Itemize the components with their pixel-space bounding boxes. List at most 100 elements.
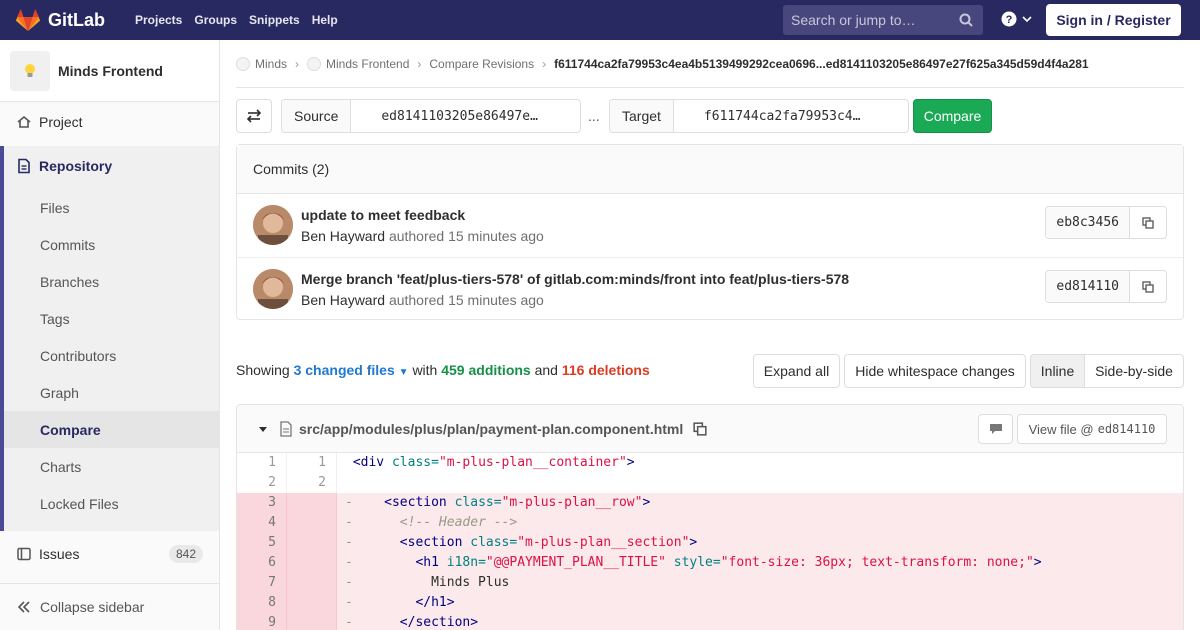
diff-code: - </h1> <box>337 593 1183 613</box>
copy-icon[interactable] <box>693 421 707 436</box>
sidebar-item-issues[interactable]: Issues 842 <box>0 535 219 572</box>
deletions-count: 116 deletions <box>561 362 650 378</box>
sidebar-item-graph[interactable]: Graph <box>4 374 219 411</box>
compare-button[interactable]: Compare <box>913 99 992 133</box>
changed-files-dropdown[interactable]: 3 changed files ▼ <box>294 362 409 378</box>
new-line-number[interactable] <box>287 553 337 573</box>
old-line-number[interactable]: 7 <box>237 573 287 593</box>
nav-snippets[interactable]: Snippets <box>249 9 300 31</box>
stats-with: with <box>412 362 438 378</box>
comment-icon <box>989 424 1002 434</box>
breadcrumb-minds[interactable]: Minds <box>255 57 287 71</box>
old-line-number[interactable]: 8 <box>237 593 287 613</box>
commit-author[interactable]: Ben Hayward <box>301 228 385 244</box>
commit-author[interactable]: Ben Hayward <box>301 292 385 308</box>
doc-icon <box>18 158 30 174</box>
nav-help[interactable]: Help <box>312 9 338 31</box>
inline-view-button[interactable]: Inline <box>1030 354 1085 388</box>
search-input[interactable]: Search or jump to… <box>783 5 983 35</box>
collapse-sidebar-button[interactable]: Collapse sidebar <box>0 583 219 630</box>
stats-and: and <box>534 362 558 378</box>
diff-line-removed: 6 - <h1 i18n="@@PAYMENT_PLAN__TITLE" sty… <box>237 553 1183 573</box>
commit-title[interactable]: update to meet feedback <box>301 207 465 223</box>
new-line-number[interactable] <box>287 493 337 513</box>
range-dots: ... <box>588 108 600 124</box>
expand-all-button[interactable]: Expand all <box>753 354 840 388</box>
project-avatar <box>10 50 50 91</box>
old-line-number[interactable]: 6 <box>237 553 287 573</box>
target-label: Target <box>610 100 674 132</box>
commit-sha[interactable]: ed814110 <box>1046 271 1130 302</box>
sign-in-button[interactable]: Sign in / Register <box>1046 4 1181 36</box>
new-line-number[interactable] <box>287 573 337 593</box>
diff-line: 2 2 <box>237 473 1183 493</box>
search-placeholder: Search or jump to… <box>791 12 916 28</box>
chevron-right-icon: › <box>542 56 547 71</box>
source-ref-dropdown[interactable]: ed8141103205e86497e… <box>351 100 538 132</box>
commit-meta: Ben Hayward authored 15 minutes ago <box>301 292 544 308</box>
new-line-number[interactable] <box>287 613 337 630</box>
commit-sha[interactable]: eb8c3456 <box>1046 207 1130 238</box>
toggle-comments-button[interactable] <box>978 414 1013 444</box>
old-line-number[interactable]: 4 <box>237 513 287 533</box>
breadcrumb-current[interactable]: f611744ca2fa79953c4ea4b5139499292cea0696… <box>554 57 1089 71</box>
nav-links: Projects Groups Snippets Help <box>129 9 344 31</box>
diff-line-removed: 3 - <section class="m-plus-plan__row"> <box>237 493 1183 513</box>
commit-title[interactable]: Merge branch 'feat/plus-tiers-578' of gi… <box>301 271 849 287</box>
swap-icon <box>246 109 262 123</box>
view-file-button[interactable]: View file @ ed814110 <box>1017 414 1167 444</box>
sidebar-item-files[interactable]: Files <box>4 189 219 226</box>
lightbulb-icon <box>25 63 35 77</box>
file-path[interactable]: src/app/modules/plus/plan/payment-plan.c… <box>299 421 683 437</box>
sidebar: Minds Frontend Project Repository Files … <box>0 40 220 630</box>
sidebar-item-locked-files[interactable]: Locked Files <box>4 485 219 522</box>
commit-time: authored 15 minutes ago <box>388 292 544 308</box>
source-ref-selector[interactable]: Source ed8141103205e86497e… <box>281 99 581 133</box>
swap-revisions-button[interactable] <box>236 99 272 133</box>
chevron-down-icon[interactable] <box>257 423 269 435</box>
new-line-number[interactable] <box>287 533 337 553</box>
new-line-number[interactable] <box>287 593 337 613</box>
old-line-number[interactable]: 2 <box>237 473 287 493</box>
commit-row: update to meet feedback Ben Hayward auth… <box>237 194 1183 257</box>
sidebar-item-charts[interactable]: Charts <box>4 448 219 485</box>
sidebar-item-project[interactable]: Project <box>0 103 219 140</box>
gitlab-brand[interactable]: GitLab <box>16 0 105 40</box>
old-line-number[interactable]: 9 <box>237 613 287 630</box>
hide-whitespace-button[interactable]: Hide whitespace changes <box>844 354 1026 388</box>
old-line-number[interactable]: 3 <box>237 493 287 513</box>
sidebar-item-label: Issues <box>39 545 80 562</box>
collapse-label: Collapse sidebar <box>40 599 145 615</box>
chevron-down-icon <box>1022 16 1032 23</box>
old-line-number[interactable]: 1 <box>237 453 287 473</box>
target-ref-selector[interactable]: Target f611744ca2fa79953c4… <box>609 99 909 133</box>
old-line-number[interactable]: 5 <box>237 533 287 553</box>
sidebar-item-commits[interactable]: Commits <box>4 226 219 263</box>
breadcrumb-compare-revisions[interactable]: Compare Revisions <box>429 57 534 71</box>
avatar[interactable] <box>253 205 293 245</box>
sidebar-item-contributors[interactable]: Contributors <box>4 337 219 374</box>
user-avatar-icon <box>253 205 293 245</box>
new-line-number[interactable] <box>287 513 337 533</box>
sidebar-item-branches[interactable]: Branches <box>4 263 219 300</box>
avatar[interactable] <box>253 269 293 309</box>
sidebar-item-repository[interactable]: Repository <box>16 158 112 174</box>
diff-line-removed: 5 - <section class="m-plus-plan__section… <box>237 533 1183 553</box>
new-line-number[interactable]: 2 <box>287 473 337 493</box>
diff-line-removed: 8 - </h1> <box>237 593 1183 613</box>
copy-sha-button[interactable] <box>1130 207 1166 238</box>
sidebar-item-tags[interactable]: Tags <box>4 300 219 337</box>
nav-projects[interactable]: Projects <box>135 9 182 31</box>
additions-count: 459 additions <box>441 362 531 378</box>
sidebar-item-compare[interactable]: Compare <box>4 411 219 448</box>
new-line-number[interactable]: 1 <box>287 453 337 473</box>
target-ref-dropdown[interactable]: f611744ca2fa79953c4… <box>674 100 861 132</box>
breadcrumb-minds-frontend[interactable]: Minds Frontend <box>326 57 409 71</box>
nav-groups[interactable]: Groups <box>194 9 237 31</box>
help-dropdown[interactable]: ? <box>1001 11 1033 27</box>
search-icon <box>959 13 973 27</box>
sidebar-project-header[interactable]: Minds Frontend <box>0 40 219 102</box>
copy-sha-button[interactable] <box>1130 271 1166 302</box>
side-by-side-button[interactable]: Side-by-side <box>1084 354 1184 388</box>
diff-code: - <section class="m-plus-plan__section"> <box>337 533 1183 553</box>
